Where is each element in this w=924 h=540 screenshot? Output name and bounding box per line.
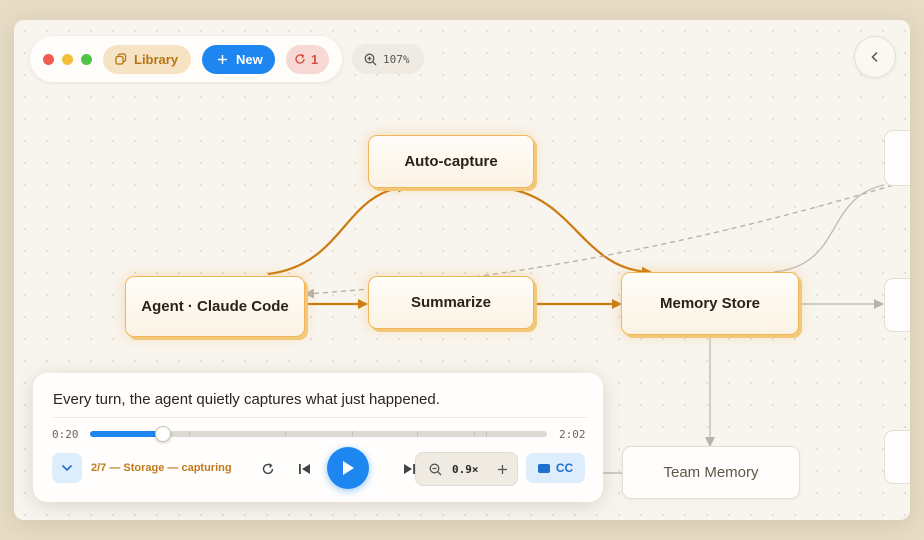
new-button[interactable]: New (202, 44, 275, 74)
speed-value: 0.9× (452, 463, 479, 476)
restart-button[interactable] (258, 459, 278, 479)
node-offscreen-bottom[interactable] (884, 430, 910, 484)
previous-button[interactable] (294, 459, 314, 479)
chapter-tick (352, 431, 353, 437)
canvas-window: Library New 1 107% Auto-capture Agent · … (14, 20, 910, 520)
zoom-window-dot[interactable] (81, 53, 92, 65)
zoom-level: 107% (383, 52, 410, 66)
plus-icon (497, 464, 507, 474)
chevron-left-icon (871, 51, 878, 63)
sync-button[interactable]: 1 (286, 44, 329, 74)
top-toolbar: Library New 1 (30, 36, 342, 82)
node-auto-capture[interactable]: Auto-capture (368, 135, 534, 188)
node-offscreen-middle[interactable] (884, 278, 910, 332)
library-label: Library (134, 51, 179, 67)
current-time: 0:20 (52, 428, 79, 441)
captions-label: CC (555, 461, 574, 475)
collapse-panel-button[interactable] (854, 36, 896, 78)
captions-icon (537, 463, 550, 473)
playback-controls: 2/7 — Storage — capturing 0.9× CC (52, 447, 587, 489)
chapter-tick (417, 431, 418, 437)
refresh-icon (295, 53, 305, 64)
speed-control: 0.9× (415, 452, 518, 486)
chapter-tick (486, 431, 487, 437)
skip-forward-icon (403, 464, 415, 474)
skip-back-icon (298, 464, 310, 474)
plus-icon (218, 54, 227, 64)
close-window-dot[interactable] (43, 53, 54, 65)
play-button[interactable] (327, 447, 369, 489)
library-button[interactable]: Library (103, 44, 191, 74)
playback-panel: Every turn, the agent quietly captures w… (33, 373, 603, 502)
progress-handle[interactable] (155, 426, 172, 442)
new-label: New (236, 51, 263, 67)
chapters-toggle-button[interactable] (52, 453, 82, 483)
zoom-in-icon (364, 53, 377, 65)
zoom-indicator[interactable]: 107% (352, 44, 424, 74)
node-memory-store[interactable]: Memory Store (621, 272, 799, 335)
chapter-tick (189, 431, 190, 437)
node-team-memory-label: Team Memory (663, 464, 759, 481)
captions-toggle-button[interactable]: CC (526, 453, 585, 483)
caption-text: Every turn, the agent quietly captures w… (53, 391, 440, 408)
node-agent-label: Agent · Claude Code (141, 298, 289, 315)
zoom-out-icon (429, 463, 441, 475)
library-icon (115, 53, 127, 65)
node-memory-store-label: Memory Store (659, 295, 761, 312)
edge-agent-autocapture (267, 182, 408, 276)
restart-icon (262, 463, 274, 475)
chevron-down-icon (61, 464, 73, 472)
progress-fill (90, 431, 164, 437)
node-team-memory[interactable]: Team Memory (622, 446, 800, 499)
edge-autocapture-memory (501, 186, 652, 277)
edge-memory-topright (773, 184, 885, 273)
chapter-tick (474, 431, 475, 437)
speed-down-button[interactable] (425, 459, 445, 479)
play-icon (343, 461, 354, 475)
node-summarize[interactable]: Summarize (368, 276, 534, 329)
node-offscreen-top[interactable] (884, 130, 910, 186)
node-summarize-label: Summarize (410, 294, 492, 311)
chapter-label[interactable]: 2/7 — Storage — capturing (91, 462, 243, 474)
speed-up-button[interactable] (492, 459, 512, 479)
caption-divider (53, 417, 587, 418)
node-auto-capture-label: Auto-capture (404, 153, 498, 170)
minimize-window-dot[interactable] (62, 53, 73, 65)
total-time: 2:02 (559, 428, 586, 441)
sync-count: 1 (311, 51, 319, 67)
progress-track[interactable] (90, 426, 547, 442)
chapter-tick (285, 431, 286, 437)
node-agent-claude-code[interactable]: Agent · Claude Code (125, 276, 305, 337)
